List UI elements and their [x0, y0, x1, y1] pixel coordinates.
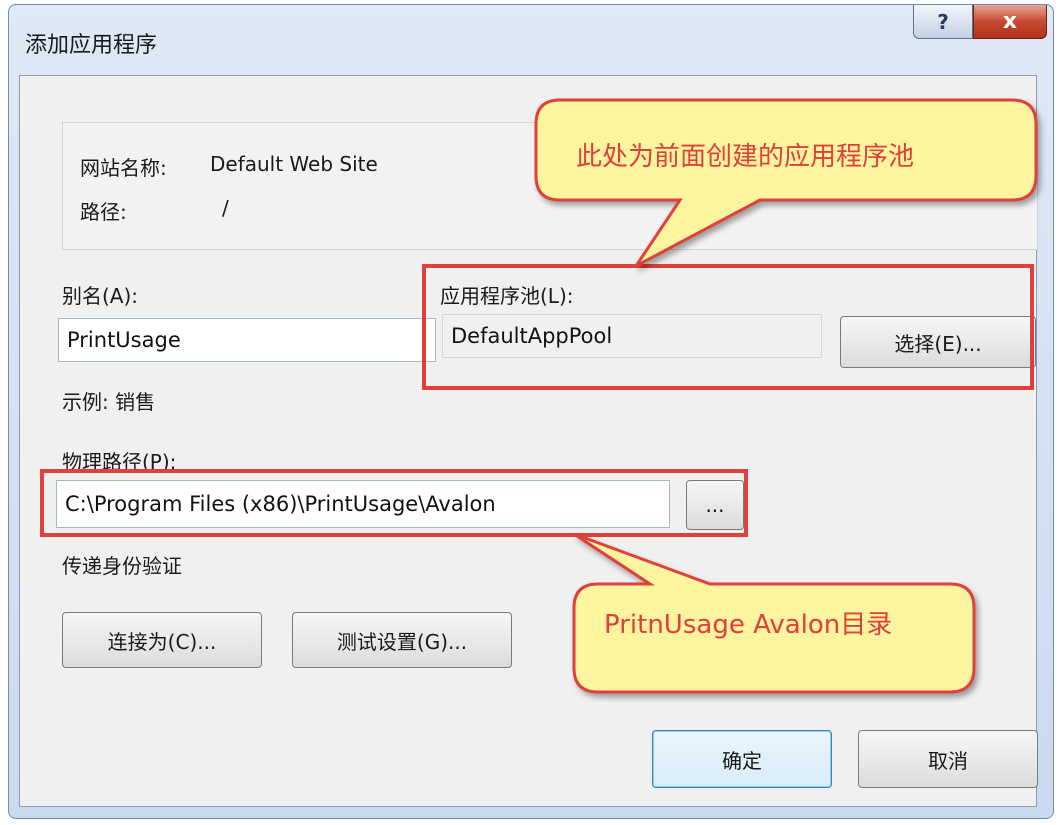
callout-bubbles: [534, 98, 1038, 694]
pool-callout-text: 此处为前面创建的应用程序池: [576, 142, 915, 172]
pool-callout-bubble: [534, 98, 1038, 268]
path-callout-text: PritnUsage Avalon目录: [604, 610, 893, 640]
